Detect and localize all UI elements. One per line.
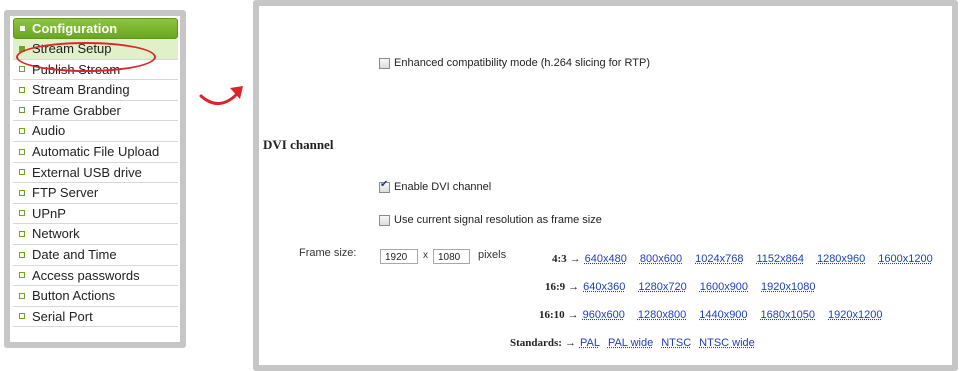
standard-link[interactable]: PAL wide	[608, 337, 653, 349]
enable-dvi-checkbox[interactable]	[379, 179, 390, 193]
sidebar-item-network[interactable]: Network	[13, 224, 178, 245]
ratio-label: Standards:	[510, 337, 562, 349]
sidebar-item-label: Date and Time	[32, 246, 117, 262]
sidebar-frame: Configuration Stream Setup Publish Strea…	[4, 10, 186, 348]
right-arrow-icon: →	[568, 281, 580, 293]
sidebar-header[interactable]: Configuration	[13, 18, 178, 39]
resolution-link[interactable]: 1600x900	[700, 281, 748, 293]
square-bullet-icon	[19, 148, 25, 155]
sidebar: Configuration Stream Setup Publish Strea…	[10, 16, 180, 342]
use-current-resolution-checkbox[interactable]	[379, 214, 390, 226]
standard-link[interactable]: PAL	[580, 337, 600, 349]
sidebar-item-date-and-time[interactable]: Date and Time	[13, 245, 178, 266]
ratio-label: 16:9	[545, 281, 566, 293]
square-bullet-icon	[19, 272, 25, 279]
x-separator: x	[423, 250, 428, 261]
square-bullet-icon	[19, 292, 25, 299]
sidebar-item-stream-setup[interactable]: Stream Setup	[13, 39, 178, 60]
frame-width-input[interactable]: 1920	[380, 249, 418, 264]
ratio-row-4-3: 4:3 → 640x480 800x600 1024x768 1152x864 1280x9…	[552, 253, 946, 265]
units-label: pixels	[478, 249, 507, 261]
frame-size-label: Frame size:	[299, 247, 357, 259]
sidebar-item-label: Access passwords	[32, 267, 140, 283]
sidebar-item-label: FTP Server	[32, 185, 99, 201]
square-bullet-icon	[19, 127, 25, 134]
sidebar-item-label: External USB drive	[32, 164, 142, 180]
sidebar-item-label: Frame Grabber	[32, 102, 121, 118]
sidebar-item-stream-branding[interactable]: Stream Branding	[13, 80, 178, 101]
right-arrow-icon: →	[567, 309, 579, 321]
ratio-row-16-10: 16:10 → 960x600 1280x800 1440x900 1680x1050 19…	[539, 309, 895, 321]
frame-height-input[interactable]: 1080	[433, 249, 470, 264]
square-bullet-icon	[19, 251, 25, 258]
use-current-resolution-label: Use current signal resolution as frame s…	[394, 214, 602, 226]
right-arrow-icon: →	[564, 337, 576, 349]
square-bullet-icon	[19, 86, 25, 93]
resolution-link[interactable]: 1600x1200	[878, 253, 932, 265]
sidebar-list: Stream Setup Publish Stream Stream Brand…	[13, 39, 178, 328]
resolution-link[interactable]: 1280x960	[817, 253, 865, 265]
sidebar-item-label: Stream Branding	[32, 82, 130, 98]
right-arrow-icon: →	[569, 253, 581, 265]
square-bullet-icon	[19, 313, 25, 320]
sidebar-item-audio[interactable]: Audio	[13, 121, 178, 142]
resolution-link[interactable]: 1440x900	[699, 309, 747, 321]
sidebar-item-label: Publish Stream	[32, 61, 121, 77]
sidebar-item-automatic-file-upload[interactable]: Automatic File Upload	[13, 142, 178, 163]
resolution-link[interactable]: 1280x800	[638, 309, 686, 321]
sidebar-item-label: Button Actions	[32, 288, 116, 304]
ratio-label: 16:10	[539, 309, 565, 321]
resolution-link[interactable]: 1920x1200	[828, 309, 882, 321]
ratio-row-standards: Standards: → PAL PAL wide NTSC NTSC wide	[510, 337, 768, 349]
resolution-link[interactable]: 960x600	[583, 309, 625, 321]
sidebar-item-frame-grabber[interactable]: Frame Grabber	[13, 101, 178, 122]
resolution-link[interactable]: 640x360	[583, 281, 625, 293]
use-current-resolution-option[interactable]: Use current signal resolution as frame s…	[379, 214, 602, 226]
resolution-link[interactable]: 800x600	[640, 253, 682, 265]
section-title-dvi: DVI channel	[263, 137, 334, 152]
curved-arrow-icon	[199, 86, 243, 105]
square-bullet-icon	[19, 230, 25, 237]
sidebar-item-serial-port[interactable]: Serial Port	[13, 307, 178, 328]
resolution-link[interactable]: 1920x1080	[761, 281, 815, 293]
resolution-link[interactable]: 640x480	[585, 253, 627, 265]
standard-link[interactable]: NTSC wide	[699, 337, 755, 349]
sidebar-item-button-actions[interactable]: Button Actions	[13, 286, 178, 307]
sidebar-item-ftp-server[interactable]: FTP Server	[13, 183, 178, 204]
sidebar-item-upnp[interactable]: UPnP	[13, 204, 178, 225]
enhanced-compat-checkbox[interactable]	[379, 57, 390, 69]
sidebar-item-label: Automatic File Upload	[32, 143, 160, 159]
square-bullet-icon	[19, 45, 25, 52]
enable-dvi-label: Enable DVI channel	[394, 181, 492, 193]
resolution-link[interactable]: 1024x768	[695, 253, 743, 265]
square-bullet-icon	[19, 107, 25, 114]
sidebar-item-label: Stream Setup	[32, 41, 112, 56]
square-bullet-icon	[19, 66, 25, 73]
standard-link[interactable]: NTSC	[661, 337, 691, 349]
resolution-link[interactable]: 1152x864	[756, 253, 804, 265]
enhanced-compat-label: Enhanced compatibility mode (h.264 slici…	[394, 57, 650, 69]
sidebar-item-access-passwords[interactable]: Access passwords	[13, 266, 178, 287]
ratio-label: 4:3	[552, 253, 567, 265]
enable-dvi-option[interactable]: Enable DVI channel	[379, 179, 492, 193]
sidebar-item-label: Audio	[32, 123, 66, 139]
ratio-row-16-9: 16:9 → 640x360 1280x720 1600x900 1920x1080	[545, 281, 829, 293]
sidebar-item-label: Serial Port	[32, 308, 93, 324]
sidebar-item-publish-stream[interactable]: Publish Stream	[13, 60, 178, 81]
square-bullet-icon	[20, 26, 25, 32]
square-bullet-icon	[19, 210, 25, 217]
resolution-link[interactable]: 1280x720	[638, 281, 686, 293]
square-bullet-icon	[19, 169, 25, 176]
resolution-link[interactable]: 1680x1050	[761, 309, 815, 321]
square-bullet-icon	[19, 189, 25, 196]
sidebar-item-external-usb-drive[interactable]: External USB drive	[13, 163, 178, 184]
sidebar-item-label: UPnP	[32, 205, 66, 221]
sidebar-item-label: Network	[32, 226, 80, 242]
enhanced-compat-option[interactable]: Enhanced compatibility mode (h.264 slici…	[379, 57, 650, 69]
